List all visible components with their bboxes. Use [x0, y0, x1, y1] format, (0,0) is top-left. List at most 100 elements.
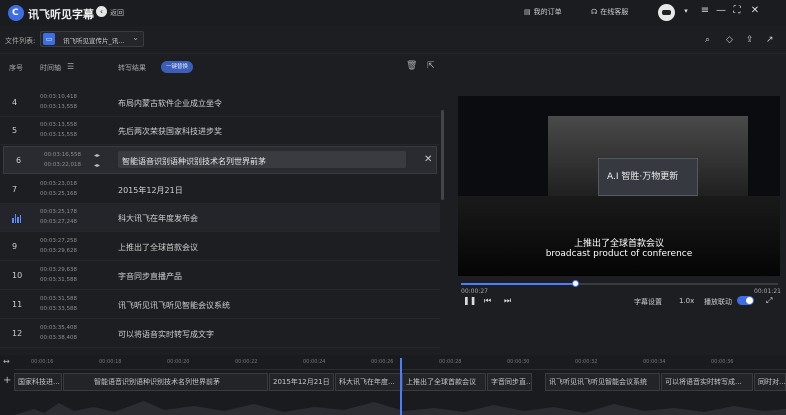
row-text[interactable]: 可以将语音实时转写成文字: [118, 329, 214, 340]
online-service-button[interactable]: ☊ 在线客服: [591, 7, 628, 17]
video-player[interactable]: A.I 智胜·万物更新 上推出了全球首款会议 broadcast product…: [458, 96, 780, 276]
export-icon[interactable]: ⇪: [746, 35, 754, 45]
expand-icon[interactable]: ↔: [3, 357, 10, 366]
row-text[interactable]: 字音同步直播产品: [118, 271, 182, 282]
row-end-time: 00:03:38,408: [40, 335, 77, 341]
table-row[interactable]: 12 00:03:35,408 00:03:38,408 可以将语音实时转写成文…: [0, 320, 440, 348]
progress-fill: [461, 283, 576, 285]
progress-handle[interactable]: [572, 280, 580, 287]
list-scrollbar[interactable]: [441, 110, 444, 200]
add-icon[interactable]: +: [3, 375, 11, 386]
back-button[interactable]: 返回: [110, 8, 124, 18]
folder-icon: ▭: [43, 33, 55, 45]
video-screen: A.I 智胜·万物更新: [598, 158, 698, 196]
external-link-icon[interactable]: ⇱: [427, 61, 435, 71]
share-icon[interactable]: ↗: [766, 35, 774, 45]
headset-icon: ☊: [591, 8, 598, 16]
table-row[interactable]: 5 00:03:13,558 00:03:15,558 先后两次荣获国家科技进步…: [0, 117, 440, 145]
timeline-segment[interactable]: 上推出了全球首款会议: [402, 373, 486, 391]
maximize-icon[interactable]: ⛶: [730, 5, 744, 16]
table-row[interactable]: 7 00:03:23,018 00:03:25,168 2015年12月21日: [0, 176, 440, 204]
row-text[interactable]: 2015年12月21日: [118, 185, 183, 196]
row-text[interactable]: 讯飞听见讯飞听见智能会议系统: [118, 300, 230, 311]
tick-label: 00:00:16: [31, 359, 54, 365]
row-start-time: 00:03:10,418: [40, 94, 77, 100]
timeline-segment[interactable]: 国家科技进...: [14, 373, 62, 391]
tick-label: 00:00:26: [371, 359, 394, 365]
row-number: 4: [12, 98, 18, 107]
timeline-segment[interactable]: 智能语音识别语种识别技术名列世界前茅: [63, 373, 268, 391]
close-icon[interactable]: ✕: [424, 154, 432, 165]
row-text[interactable]: 布局内蒙古软件企业成立坐令: [118, 98, 222, 109]
back-icon[interactable]: ‹: [96, 6, 107, 17]
row-start-time: 00:03:25,178: [40, 209, 77, 215]
pause-icon[interactable]: ❚❚: [463, 296, 476, 305]
minimize-icon[interactable]: —: [714, 5, 728, 16]
adjust-end-icon[interactable]: ◂▸: [94, 162, 100, 169]
previous-icon[interactable]: ⏮: [484, 296, 491, 306]
timeline-segment[interactable]: 字音同步直...: [487, 373, 532, 391]
speed-button[interactable]: 1.0x: [679, 297, 694, 305]
menu-icon[interactable]: ≡: [698, 5, 712, 16]
close-icon[interactable]: ✕: [748, 5, 762, 16]
avatar[interactable]: [658, 4, 675, 21]
chevron-down-icon: ⌄: [132, 33, 139, 42]
fullscreen-icon[interactable]: ⤢: [766, 296, 772, 306]
chevron-down-icon[interactable]: ▾: [679, 7, 693, 15]
table-row-active[interactable]: 6 00:03:16,558 00:03:22,018 ◂▸ ◂▸ 智能语音识别…: [3, 146, 437, 174]
table-row[interactable]: 10 00:03:29,638 00:03:31,588 字音同步直播产品: [0, 262, 440, 290]
row-number: 6: [16, 156, 22, 165]
row-number: 7: [12, 185, 18, 194]
row-end-time: 00:03:25,168: [40, 191, 77, 197]
row-end-time: 00:03:33,588: [40, 306, 77, 312]
tick-label: 00:00:30: [507, 359, 530, 365]
my-orders-label: 我的订单: [533, 8, 562, 16]
subtitle-settings-button[interactable]: 字幕设置: [634, 297, 662, 307]
next-icon[interactable]: ⏭: [504, 296, 511, 306]
row-start-time: 00:03:13,558: [40, 122, 77, 128]
tick-label: 00:00:22: [235, 359, 258, 365]
linked-play-label: 播放联动: [704, 298, 732, 306]
row-end-time: 00:03:13,558: [40, 104, 77, 110]
tick-label: 00:00:18: [99, 359, 122, 365]
timeline-playhead[interactable]: [400, 358, 402, 415]
row-start-time: 00:03:23,018: [40, 181, 77, 187]
row-end-time: 00:03:31,588: [40, 277, 77, 283]
row-number: 10: [12, 271, 23, 280]
app-logo: C: [8, 5, 24, 21]
eraser-icon[interactable]: ◇: [726, 35, 733, 45]
table-row[interactable]: 4 00:03:10,418 00:03:13,558 布局内蒙古软件企业成立坐…: [0, 89, 440, 117]
row-end-time: 00:03:22,018: [44, 162, 81, 168]
table-row-playing[interactable]: 8 00:03:25,178 00:03:27,248 科大讯飞在年度发布会: [0, 204, 440, 232]
sort-icon[interactable]: ☰: [67, 62, 74, 71]
orders-icon: ▤: [524, 8, 531, 16]
table-row[interactable]: 9 00:03:27,258 00:03:29,628 上推出了全球首款会议: [0, 233, 440, 261]
row-start-time: 00:03:29,638: [40, 267, 77, 273]
file-list-label: 文件列表:: [5, 37, 36, 45]
table-row[interactable]: 11 00:03:31,588 00:03:33,588 讯飞听见讯飞听见智能会…: [0, 291, 440, 319]
my-orders-button[interactable]: ▤ 我的订单: [524, 7, 562, 17]
linked-play-toggle[interactable]: [737, 296, 754, 305]
adjust-start-icon[interactable]: ◂▸: [94, 152, 100, 159]
delete-icon[interactable]: 🗑: [406, 61, 417, 71]
row-text[interactable]: 先后两次荣获国家科技进步奖: [118, 126, 222, 137]
timeline-segment[interactable]: 科大讯飞在年度...: [335, 373, 401, 391]
timeline-segment[interactable]: 讯飞听见讯飞听见智能会议系统: [545, 373, 660, 391]
row-end-time: 00:03:27,248: [40, 219, 77, 225]
row-start-time: 00:03:31,588: [40, 296, 77, 302]
row-text[interactable]: 智能语音识别语种识别技术名列世界前茅: [122, 156, 266, 167]
timeline-segment[interactable]: 2015年12月21日: [269, 373, 334, 391]
row-start-time: 00:03:35,408: [40, 325, 77, 331]
logo-glyph: C: [12, 8, 19, 18]
one-key-replace-button[interactable]: 一键替换: [161, 61, 193, 73]
row-text[interactable]: 上推出了全球首款会议: [118, 242, 198, 253]
row-end-time: 00:03:15,558: [40, 132, 77, 138]
row-end-time: 00:03:29,628: [40, 248, 77, 254]
timeline-segment[interactable]: 同时对...: [754, 373, 786, 391]
search-icon[interactable]: ⌕: [705, 35, 710, 45]
row-text[interactable]: 科大讯飞在年度发布会: [118, 213, 198, 224]
timeline-segment[interactable]: 可以将语音实时转写成...: [661, 373, 753, 391]
subtitle-zh: 上推出了全球首款会议: [573, 239, 664, 249]
file-select[interactable]: ▭ 讯飞听见宣传片_讯... ⌄: [40, 31, 144, 47]
current-time: 00:00:27: [461, 288, 488, 295]
